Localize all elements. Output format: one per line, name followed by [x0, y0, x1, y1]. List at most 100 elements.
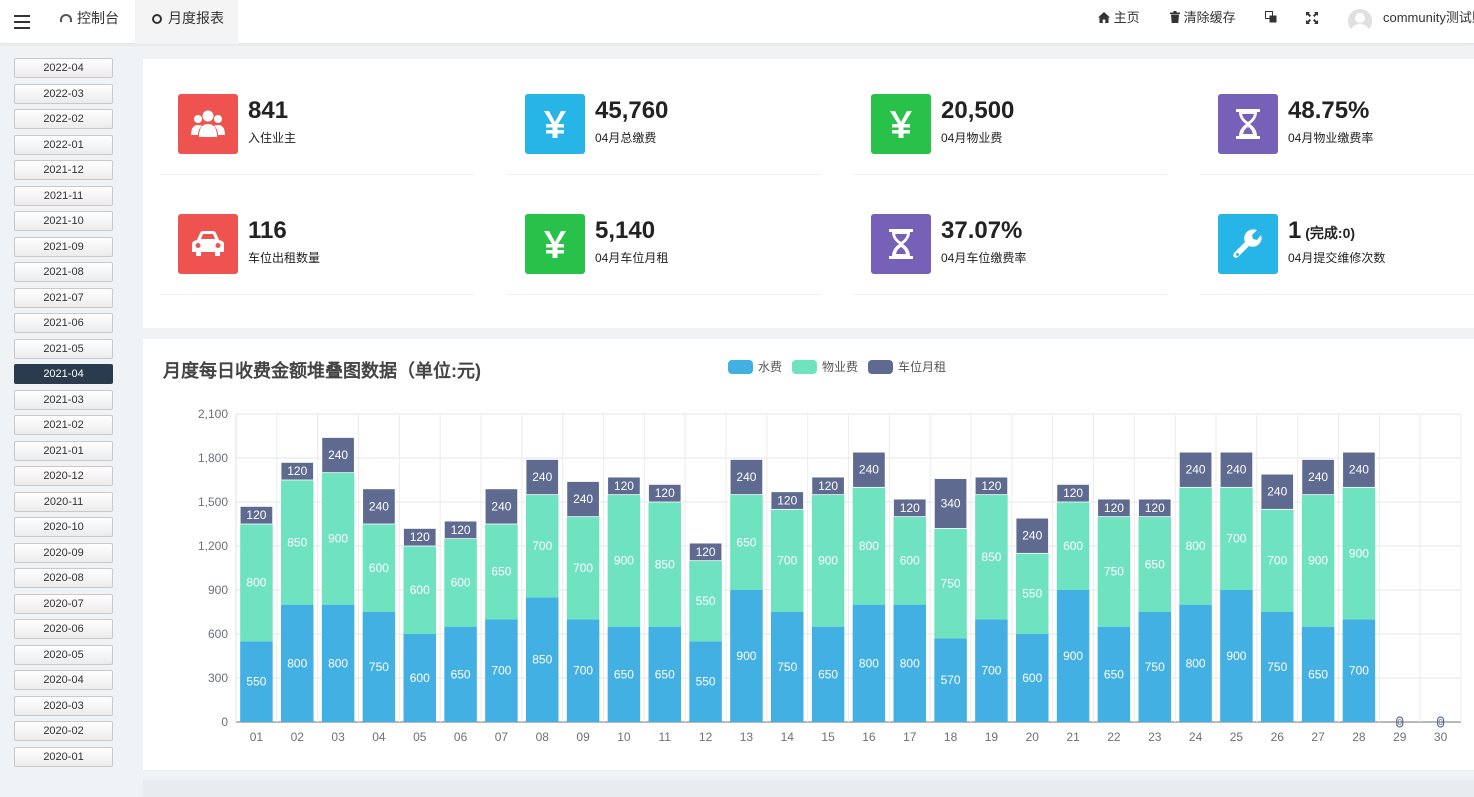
month-button-2022-02[interactable]: 2022-02: [14, 109, 113, 129]
wrench-icon: [1218, 214, 1278, 274]
month-button-2020-06[interactable]: 2020-06: [14, 619, 113, 639]
y-tick-label: 1,800: [198, 451, 228, 465]
month-button-2021-03[interactable]: 2021-03: [14, 389, 113, 410]
bar-value-label: 550: [696, 594, 716, 608]
bar-value-label: 120: [614, 479, 634, 493]
month-button-2021-04[interactable]: 2021-04: [14, 364, 113, 384]
legend-item[interactable]: 车位月租: [868, 358, 946, 375]
dashboard-icon: [60, 14, 72, 22]
month-button-2021-12[interactable]: 2021-12: [14, 160, 113, 180]
month-button-2020-05[interactable]: 2020-05: [14, 644, 113, 665]
month-button-2020-03[interactable]: 2020-03: [14, 695, 113, 716]
bar-value-label: 550: [1022, 587, 1042, 601]
bar-value-label: 120: [287, 464, 307, 478]
month-button-2020-08[interactable]: 2020-08: [14, 568, 113, 588]
month-button-2020-11[interactable]: 2020-11: [14, 491, 113, 512]
bar-value-label: 240: [491, 499, 511, 513]
bar-value-label: 600: [410, 671, 430, 685]
bar-value-label: 120: [900, 501, 920, 515]
tab-monthly-report[interactable]: 月度报表: [135, 0, 238, 44]
month-button-2021-06[interactable]: 2021-06: [14, 313, 113, 333]
month-button-2021-11[interactable]: 2021-11: [14, 185, 113, 206]
month-button-2021-09[interactable]: 2021-09: [14, 236, 113, 257]
bar-value-label: 240: [1308, 470, 1328, 484]
bar-value-label: 240: [1267, 485, 1287, 499]
month-button-2020-09[interactable]: 2020-09: [14, 542, 113, 563]
month-button-2021-02[interactable]: 2021-02: [14, 415, 113, 435]
legend-item[interactable]: 水费: [728, 358, 782, 375]
legend-item[interactable]: 物业费: [792, 358, 858, 375]
y-tick-label: 900: [208, 583, 228, 597]
x-tick-label: 12: [699, 730, 713, 744]
bar-value-label: 750: [1104, 565, 1124, 579]
month-button-2021-01[interactable]: 2021-01: [14, 440, 113, 461]
bar-value-label: 240: [369, 499, 389, 513]
bar-value-label: 550: [246, 675, 266, 689]
bar-value-label: 700: [532, 539, 552, 553]
bar-value-label: 800: [859, 539, 879, 553]
y-tick-label: 0: [221, 715, 228, 729]
stat-value: 37.07%: [941, 217, 1023, 244]
stat-label: 入住业主: [248, 131, 297, 145]
stat-value: 1 (完成:0): [1288, 217, 1356, 244]
bar-value-label: 240: [328, 448, 348, 462]
bar-value-label: 120: [410, 530, 430, 544]
month-button-2021-08[interactable]: 2021-08: [14, 262, 113, 282]
chart-panel: 0 300 600 900 1,200 1,500 1,800 2,100 550 800 120 0…: [143, 339, 1474, 770]
month-button-2020-04[interactable]: 2020-04: [14, 670, 113, 690]
clear-cache-link[interactable]: 清除缓存: [1170, 0, 1236, 36]
username[interactable]: community测试账号: [1383, 0, 1474, 36]
menu-toggle-icon[interactable]: [14, 11, 30, 33]
bar-value-label: 800: [859, 656, 879, 670]
yen-icon: [525, 214, 585, 274]
x-tick-label: 09: [576, 730, 590, 744]
month-button-2022-03[interactable]: 2022-03: [14, 83, 113, 104]
month-button-2020-07[interactable]: 2020-07: [14, 593, 113, 614]
tab-console[interactable]: 控制台: [60, 0, 119, 44]
month-button-2022-01[interactable]: 2022-01: [14, 134, 113, 155]
bar-value-label: 750: [1267, 660, 1287, 674]
x-tick-label: 30: [1434, 730, 1448, 744]
month-button-2020-12[interactable]: 2020-12: [14, 466, 113, 486]
stat-value: 841: [248, 97, 289, 124]
y-tick-label: 1,500: [198, 495, 228, 509]
bar-value-label: 240: [573, 492, 593, 506]
stat-label: 04月总缴费: [595, 131, 657, 145]
fullscreen-icon[interactable]: [1306, 0, 1318, 36]
month-button-2020-01[interactable]: 2020-01: [14, 746, 113, 767]
month-button-2021-07[interactable]: 2021-07: [14, 287, 113, 308]
stat-card: 116 车位出租数量: [160, 179, 474, 295]
avatar[interactable]: [1348, 9, 1372, 33]
y-tick-label: 600: [208, 627, 228, 641]
bar-value-label: 700: [1267, 554, 1287, 568]
month-button-2020-02[interactable]: 2020-02: [14, 721, 113, 741]
bar-value-label: 240: [1186, 463, 1206, 477]
bar-value-label: 240: [1349, 463, 1369, 477]
bar-value-label: 700: [777, 554, 797, 568]
legend-label: 物业费: [822, 360, 859, 374]
translate-icon[interactable]: [1265, 0, 1277, 36]
stat-value: 116: [248, 217, 287, 244]
x-tick-label: 18: [944, 730, 958, 744]
legend-swatch: [792, 359, 818, 374]
home-link[interactable]: 主页: [1098, 0, 1140, 36]
chart-legend: 水费 物业费 车位月租: [728, 358, 956, 375]
bar-value-label: 750: [777, 660, 797, 674]
month-button-2021-05[interactable]: 2021-05: [14, 338, 113, 359]
bar-value-label: 800: [1186, 539, 1206, 553]
month-button-2022-04[interactable]: 2022-04: [14, 58, 113, 78]
stats-panel: 841 入住业主 45,760 04月总缴费 20,500 04月物业费 48.75% 04月…: [143, 59, 1474, 328]
month-button-2021-10[interactable]: 2021-10: [14, 211, 113, 231]
bar-value-label: 650: [1104, 667, 1124, 681]
x-tick-label: 24: [1189, 730, 1203, 744]
bar-value-label: 900: [1308, 554, 1328, 568]
legend-label: 水费: [758, 360, 783, 374]
month-button-2020-10[interactable]: 2020-10: [14, 517, 113, 537]
x-tick-label: 13: [740, 730, 754, 744]
bar-value-label: 240: [532, 470, 552, 484]
legend-swatch: [868, 359, 894, 374]
bar-value-label: 900: [1349, 546, 1369, 560]
top-bar: 控制台 月度报表 主页 清除缓存 community测试账号: [0, 0, 1474, 44]
x-tick-label: 08: [536, 730, 550, 744]
bar-value-label: 650: [491, 565, 511, 579]
